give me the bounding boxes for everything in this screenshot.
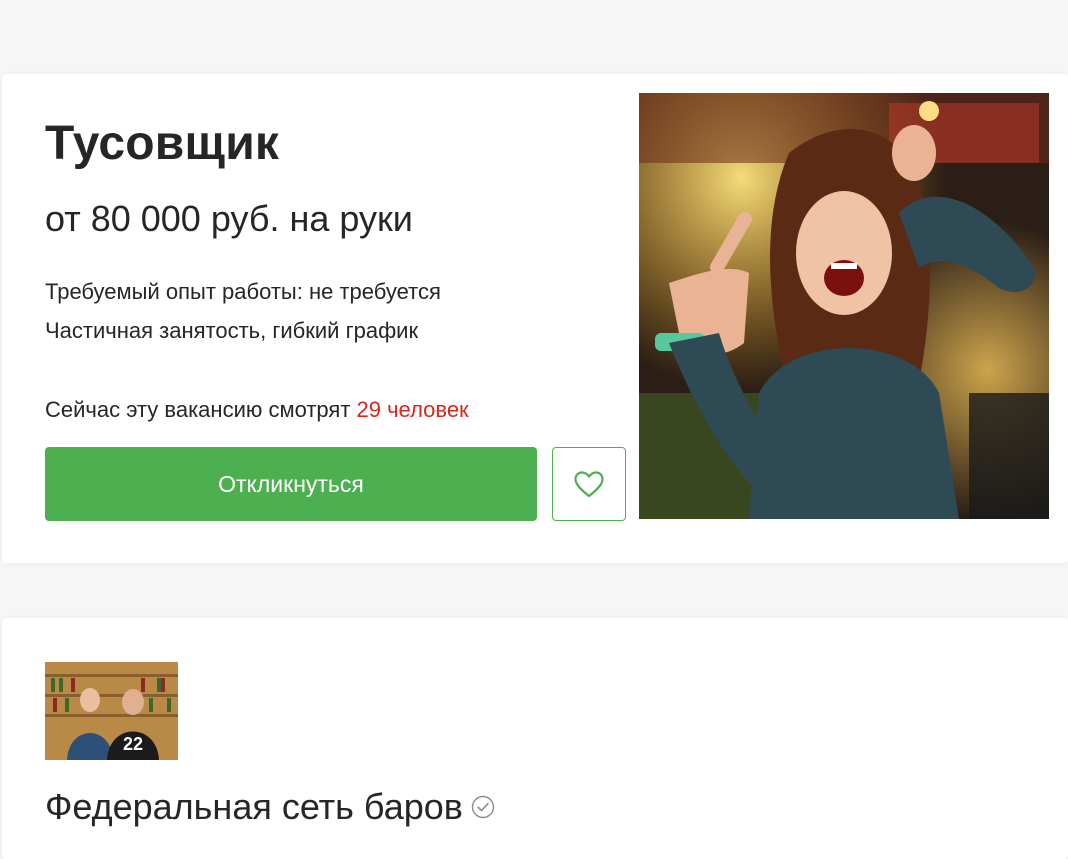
favorite-button[interactable] <box>552 447 626 521</box>
vacancy-card: Тусовщик от 80 000 руб. на руки Требуемы… <box>2 74 1068 563</box>
viewing-prefix: Сейчас эту вакансию смотрят <box>45 397 357 422</box>
employer-logo[interactable]: 22 <box>45 662 178 760</box>
party-photo-image <box>639 93 1049 519</box>
apply-button[interactable]: Откликнуться <box>45 447 537 521</box>
viewing-count-text: Сейчас эту вакансию смотрят 29 человек <box>45 397 469 423</box>
heart-icon <box>574 470 604 497</box>
viewing-count: 29 человек <box>356 397 469 422</box>
employer-logo-image: 22 <box>45 662 178 760</box>
vacancy-schedule: Частичная занятость, гибкий график <box>45 318 419 343</box>
employer-name-text[interactable]: Федеральная сеть баров <box>45 786 463 828</box>
svg-text:22: 22 <box>123 734 143 754</box>
employer-name[interactable]: Федеральная сеть баров <box>45 786 495 828</box>
vacancy-title: Тусовщик <box>45 117 280 170</box>
check-circle-icon <box>471 795 495 819</box>
vacancy-experience: Требуемый опыт работы: не требуется <box>45 279 441 304</box>
vacancy-photo <box>639 93 1049 519</box>
employer-card: 22 Федеральная сеть баров <box>2 618 1068 859</box>
vacancy-salary: от 80 000 руб. на руки <box>45 198 413 239</box>
